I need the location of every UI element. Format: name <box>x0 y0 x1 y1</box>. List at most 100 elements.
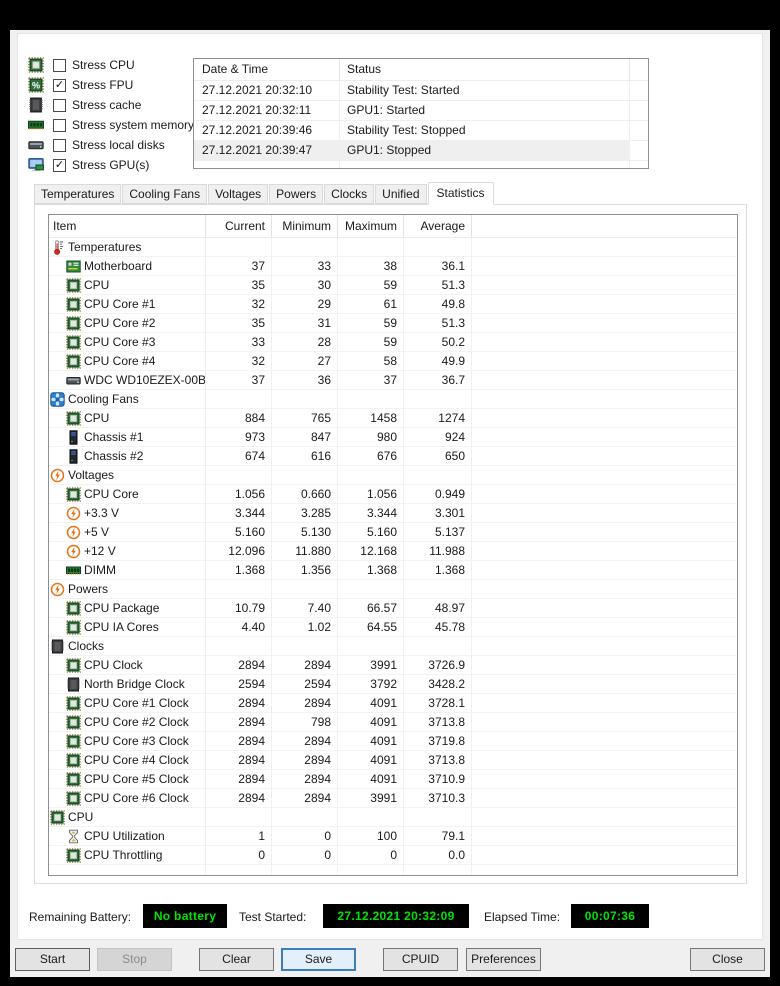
stats-col-maximum[interactable]: Maximum <box>338 215 404 237</box>
stats-row-3-3-v[interactable]: +3.3 V3.3443.2853.3443.301 <box>49 504 737 523</box>
stats-row-cpu-clock[interactable]: CPU Clock2894289439913726.9 <box>49 656 737 675</box>
stats-col-filler <box>472 215 737 237</box>
stats-col-minimum[interactable]: Minimum <box>272 215 338 237</box>
log-empty-area <box>194 161 648 168</box>
stats-row-cpu-core-3-clock[interactable]: CPU Core #3 Clock2894289440913719.8 <box>49 732 737 751</box>
max-value: 1.056 <box>338 485 404 503</box>
checkbox-stress-cpu[interactable] <box>53 59 66 72</box>
stats-row-cpu-core-4-clock[interactable]: CPU Core #4 Clock2894289440913713.8 <box>49 751 737 770</box>
max-value: 100 <box>338 827 404 845</box>
button-preferences[interactable]: Preferences <box>466 948 541 971</box>
button-cpuid[interactable]: CPUID <box>383 948 458 971</box>
checkbox-stress-system-memory[interactable] <box>53 119 66 132</box>
cpu-icon <box>66 487 81 502</box>
stats-col-item[interactable]: Item <box>49 215 206 237</box>
stats-row-cpu-core-4[interactable]: CPU Core #432275849.9 <box>49 352 737 371</box>
min-value: 2894 <box>272 732 338 750</box>
button-close[interactable]: Close <box>690 948 765 971</box>
stats-row-cpu-core-6-clock[interactable]: CPU Core #6 Clock2894289439913710.3 <box>49 789 737 808</box>
stats-row-cpu-core-2-clock[interactable]: CPU Core #2 Clock289479840913713.8 <box>49 713 737 732</box>
filler-cell <box>472 257 737 275</box>
min-value: 31 <box>272 314 338 332</box>
stats-row-north-bridge-clock[interactable]: North Bridge Clock2594259437923428.2 <box>49 675 737 694</box>
avg-value: 50.2 <box>404 333 472 351</box>
button-clear[interactable]: Clear <box>199 948 274 971</box>
log-row[interactable]: 27.12.2021 20:39:46Stability Test: Stopp… <box>194 121 648 141</box>
min-value: 2894 <box>272 656 338 674</box>
filler-cell <box>472 770 737 788</box>
stats-group-clocks[interactable]: Clocks <box>49 637 737 656</box>
checkbox-stress-cache[interactable] <box>53 99 66 112</box>
stats-group-powers[interactable]: Powers <box>49 580 737 599</box>
checkbox-stress-gpu-s[interactable]: ✓ <box>53 159 66 172</box>
avg-value: 1274 <box>404 409 472 427</box>
button-stop: Stop <box>97 948 172 971</box>
filler-cell <box>206 865 272 875</box>
stats-row-cpu-core-1-clock[interactable]: CPU Core #1 Clock2894289440913728.1 <box>49 694 737 713</box>
tab-statistics[interactable]: Statistics <box>428 182 494 205</box>
stats-row-cpu-ia-cores[interactable]: CPU IA Cores4.401.0264.5545.78 <box>49 618 737 637</box>
min-value: 30 <box>272 276 338 294</box>
stats-row-chassis-1[interactable]: Chassis #1973847980924 <box>49 428 737 447</box>
max-value: 4091 <box>338 732 404 750</box>
max-value <box>338 637 404 655</box>
min-value: 616 <box>272 447 338 465</box>
log-row[interactable]: 27.12.2021 20:39:47GPU1: Stopped <box>194 141 648 161</box>
stats-col-current[interactable]: Current <box>206 215 272 237</box>
stats-row-motherboard[interactable]: Motherboard37333836.1 <box>49 257 737 276</box>
stats-group-cooling-fans[interactable]: Cooling Fans <box>49 390 737 409</box>
stats-group-voltages[interactable]: Voltages <box>49 466 737 485</box>
button-save[interactable]: Save <box>281 948 356 971</box>
item-cell: DIMM <box>49 561 206 579</box>
log-col-status[interactable]: Status <box>340 59 630 80</box>
log-row[interactable]: 27.12.2021 20:32:11GPU1: Started <box>194 101 648 121</box>
stats-group-temperatures[interactable]: Temperatures <box>49 238 737 257</box>
tab-clocks[interactable]: Clocks <box>324 184 374 204</box>
tab-cooling-fans[interactable]: Cooling Fans <box>122 184 207 204</box>
elapsed-time-value: 00:07:36 <box>585 909 635 923</box>
memory-icon <box>66 563 81 578</box>
tab-unified[interactable]: Unified <box>375 184 426 204</box>
stats-row-dimm[interactable]: DIMM1.3681.3561.3681.368 <box>49 561 737 580</box>
stats-row-wdc-wd10ezex-00b[interactable]: WDC WD10EZEX-00B...37363736.7 <box>49 371 737 390</box>
min-value: 33 <box>272 257 338 275</box>
motherboard-icon <box>66 259 81 274</box>
current-value: 12.096 <box>206 542 272 560</box>
stats-row-5-v[interactable]: +5 V5.1605.1305.1605.137 <box>49 523 737 542</box>
stats-group-cpu[interactable]: CPU <box>49 808 737 827</box>
item-label: WDC WD10EZEX-00B... <box>84 373 206 387</box>
stats-row-cpu-throttling[interactable]: CPU Throttling0000.0 <box>49 846 737 865</box>
button-start[interactable]: Start <box>15 948 90 971</box>
stats-col-average[interactable]: Average <box>404 215 472 237</box>
stats-row-cpu[interactable]: CPU88476514581274 <box>49 409 737 428</box>
filler-cell <box>472 295 737 313</box>
log-filler-cell <box>630 121 648 140</box>
log-col-datetime[interactable]: Date & Time <box>194 59 340 80</box>
item-label: CPU <box>84 411 109 425</box>
stats-row-cpu-core-3[interactable]: CPU Core #333285950.2 <box>49 333 737 352</box>
stats-row-cpu[interactable]: CPU35305951.3 <box>49 276 737 295</box>
stats-row-cpu-core[interactable]: CPU Core1.0560.6601.0560.949 <box>49 485 737 504</box>
checkbox-stress-fpu[interactable]: ✓ <box>53 79 66 92</box>
stress-option-stress-system-memory: Stress system memory <box>28 115 194 135</box>
filler-cell <box>472 694 737 712</box>
stats-row-chassis-2[interactable]: Chassis #2674616676650 <box>49 447 737 466</box>
stats-row-cpu-core-2[interactable]: CPU Core #235315951.3 <box>49 314 737 333</box>
log-row[interactable]: 27.12.2021 20:32:10Stability Test: Start… <box>194 81 648 101</box>
tab-voltages[interactable]: Voltages <box>208 184 268 204</box>
log-filler-cell <box>630 161 648 168</box>
current-value: 1 <box>206 827 272 845</box>
current-value: 2894 <box>206 770 272 788</box>
item-cell: CPU Core #1 Clock <box>49 694 206 712</box>
filler-cell <box>472 637 737 655</box>
stats-row-cpu-core-1[interactable]: CPU Core #132296149.8 <box>49 295 737 314</box>
tab-temperatures[interactable]: Temperatures <box>34 184 121 204</box>
current-value: 37 <box>206 371 272 389</box>
stats-row-cpu-utilization[interactable]: CPU Utilization1010079.1 <box>49 827 737 846</box>
tab-powers[interactable]: Powers <box>269 184 323 204</box>
stats-row-cpu-package[interactable]: CPU Package10.797.4066.5748.97 <box>49 599 737 618</box>
stats-row-cpu-core-5-clock[interactable]: CPU Core #5 Clock2894289440913710.9 <box>49 770 737 789</box>
checkbox-stress-local-disks[interactable] <box>53 139 66 152</box>
stats-row-12-v[interactable]: +12 V12.09611.88012.16811.988 <box>49 542 737 561</box>
item-cell: CPU Core #3 Clock <box>49 732 206 750</box>
